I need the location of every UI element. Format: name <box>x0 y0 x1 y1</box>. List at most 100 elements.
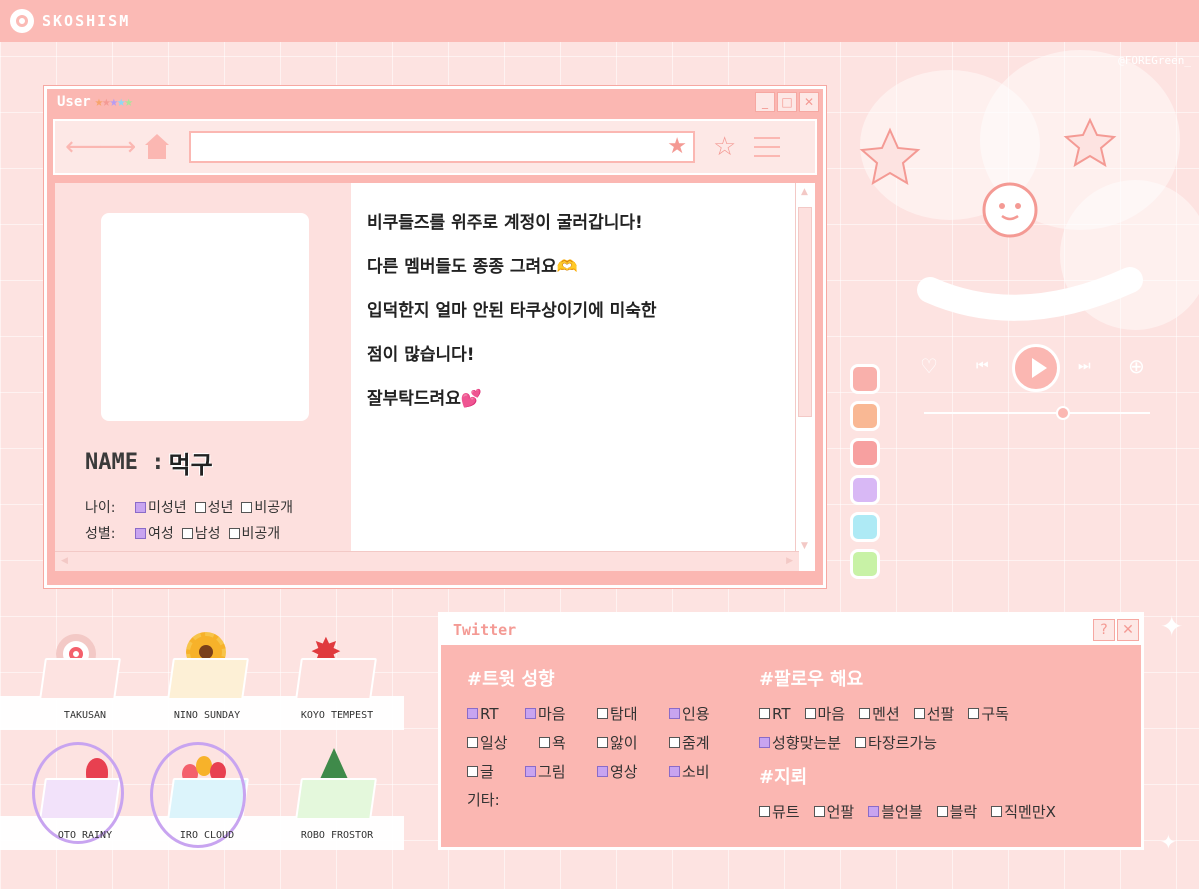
vertical-scrollbar[interactable]: ▲ ▼ <box>795 183 815 555</box>
option[interactable]: 직멘만X <box>991 801 1056 822</box>
option[interactable]: 앓이 <box>597 732 655 753</box>
folder-nino-sunday[interactable] <box>166 632 250 702</box>
forward-arrow-icon[interactable]: ⟶ <box>99 132 136 162</box>
scroll-left-icon[interactable]: ◀ <box>61 556 68 566</box>
age-option[interactable]: 미성년 <box>135 497 187 517</box>
add-circle-icon[interactable]: ⊕ <box>1128 354 1145 378</box>
option[interactable]: 줌계 <box>669 732 710 753</box>
option[interactable]: 마음 <box>525 703 583 724</box>
checkbox-checked[interactable] <box>467 708 478 719</box>
option[interactable]: 소비 <box>669 761 710 782</box>
option[interactable]: 블언블 <box>868 801 923 822</box>
option[interactable]: 글 <box>467 761 511 782</box>
option[interactable]: 그림 <box>525 761 583 782</box>
scrollbar-thumb[interactable] <box>798 207 812 417</box>
swatch-color[interactable] <box>850 438 880 468</box>
option[interactable]: 멘션 <box>859 703 900 724</box>
play-button[interactable] <box>1012 344 1060 392</box>
option[interactable]: RT <box>467 705 511 723</box>
close-button[interactable]: ✕ <box>1117 619 1139 641</box>
checkbox[interactable] <box>759 806 770 817</box>
help-button[interactable]: ? <box>1093 619 1115 641</box>
folder-koyo-tempest[interactable]: ✸ <box>294 632 378 702</box>
checkbox[interactable] <box>859 708 871 719</box>
option[interactable]: RT <box>759 705 791 723</box>
checkbox-checked[interactable] <box>759 737 770 748</box>
option[interactable]: 마음 <box>804 703 845 724</box>
checkbox[interactable] <box>597 737 608 748</box>
folder-label: NINO SUNDAY <box>173 710 241 721</box>
progress-track[interactable] <box>924 412 1150 414</box>
checkbox[interactable] <box>539 737 550 748</box>
window-title-bar[interactable]: User ★★★★★ <box>47 89 823 115</box>
progress-knob[interactable] <box>1056 406 1070 420</box>
checkbox-checked[interactable] <box>525 708 536 719</box>
option[interactable]: 성향맞는분 <box>759 732 841 753</box>
checkbox[interactable] <box>194 501 206 513</box>
swatch-color[interactable] <box>850 401 880 431</box>
option[interactable]: 언팔 <box>813 801 854 822</box>
checkbox-checked[interactable] <box>868 806 880 817</box>
favorites-star-icon[interactable]: ☆ <box>713 132 736 162</box>
bookmark-star-icon[interactable]: ★ <box>667 134 687 159</box>
previous-track-icon[interactable]: ⏮ <box>976 358 989 374</box>
swatch-color[interactable] <box>850 475 880 505</box>
age-option[interactable]: 비공개 <box>241 497 293 517</box>
folder-takusan[interactable] <box>38 632 122 702</box>
checkbox[interactable] <box>669 737 680 748</box>
option[interactable]: 일상 <box>467 732 525 753</box>
checkbox[interactable] <box>804 708 816 719</box>
option[interactable]: 탐대 <box>597 703 655 724</box>
option[interactable]: 인용 <box>669 703 710 724</box>
folder-robo-frostor[interactable] <box>294 748 378 822</box>
option[interactable]: 욕 <box>539 732 583 753</box>
checkbox[interactable] <box>597 708 608 719</box>
checkbox-checked[interactable] <box>135 527 146 539</box>
checkbox[interactable] <box>467 766 478 777</box>
close-button[interactable]: ✕ <box>799 92 819 112</box>
option[interactable]: 구독 <box>968 703 1009 724</box>
checkbox-checked[interactable] <box>597 766 608 777</box>
folder-label: TAKUSAN <box>63 710 107 721</box>
checkbox[interactable] <box>913 708 925 719</box>
option[interactable]: 블락 <box>936 801 977 822</box>
checkbox-checked[interactable] <box>525 766 536 777</box>
gender-option[interactable]: 여성 <box>135 523 174 543</box>
checkbox[interactable] <box>181 527 193 539</box>
checkbox[interactable] <box>228 527 240 539</box>
swatch-color[interactable] <box>850 549 880 579</box>
horizontal-scrollbar[interactable]: ◀ ▶ <box>55 551 799 571</box>
gender-option[interactable]: 비공개 <box>228 523 280 543</box>
checkbox[interactable] <box>855 737 867 748</box>
option[interactable]: 영상 <box>597 761 655 782</box>
hamburger-menu-icon[interactable] <box>754 137 781 157</box>
minimize-button[interactable]: _ <box>755 92 775 112</box>
checkbox[interactable] <box>759 708 770 719</box>
checkbox[interactable] <box>968 708 980 719</box>
option[interactable]: 타장르가능 <box>855 732 937 753</box>
age-option[interactable]: 성년 <box>194 497 233 517</box>
address-bar[interactable]: ★ <box>189 131 695 163</box>
swatch-color[interactable] <box>850 364 880 394</box>
back-arrow-icon[interactable]: ⟵ <box>65 132 102 162</box>
scroll-down-icon[interactable]: ▼ <box>801 541 808 551</box>
checkbox[interactable] <box>241 501 253 513</box>
checkbox[interactable] <box>936 806 948 817</box>
checkbox-checked[interactable] <box>669 708 680 719</box>
heart-icon[interactable]: ♡ <box>920 354 938 378</box>
checkbox-checked[interactable] <box>135 501 146 513</box>
home-icon[interactable] <box>143 134 171 160</box>
maximize-button[interactable]: □ <box>777 92 797 112</box>
swatch-color[interactable] <box>850 512 880 542</box>
option[interactable]: 선팔 <box>913 703 954 724</box>
checkbox[interactable] <box>813 806 825 817</box>
checkbox[interactable] <box>991 806 1003 817</box>
gender-option[interactable]: 남성 <box>181 523 221 543</box>
checkbox-checked[interactable] <box>669 766 680 777</box>
option[interactable]: 뮤트 <box>759 801 800 822</box>
checkbox[interactable] <box>467 737 478 748</box>
next-track-icon[interactable]: ⏭ <box>1078 358 1091 374</box>
twitter-title-bar[interactable]: Twitter <box>441 615 1141 645</box>
scroll-right-icon[interactable]: ▶ <box>786 556 793 566</box>
scroll-up-icon[interactable]: ▲ <box>801 187 808 197</box>
